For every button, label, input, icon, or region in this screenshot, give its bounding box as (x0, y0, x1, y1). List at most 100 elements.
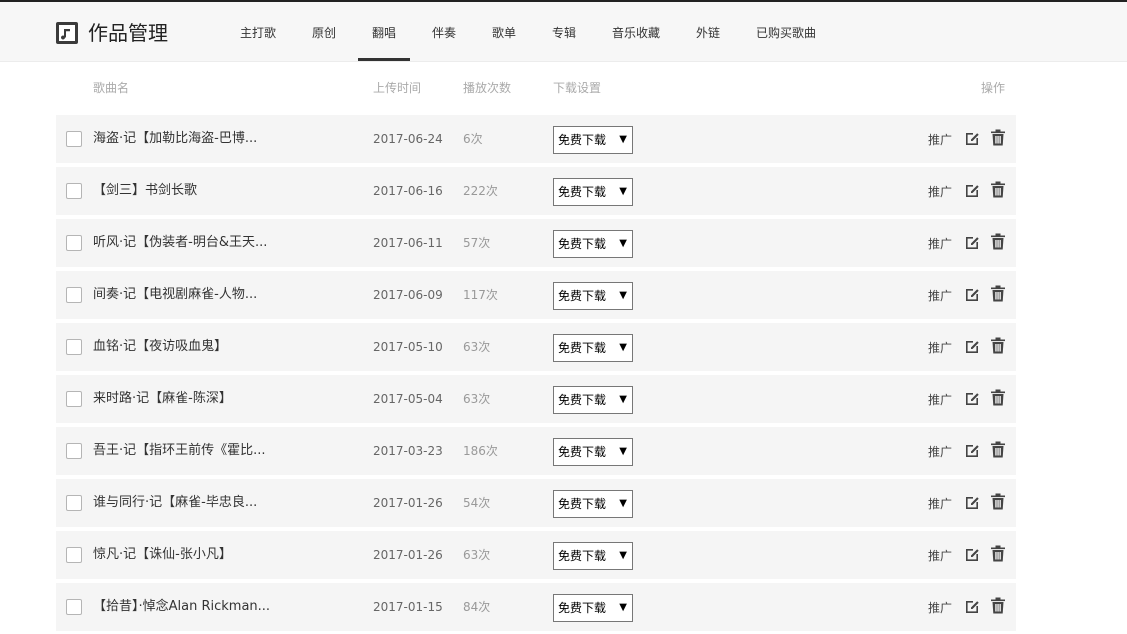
upload-date: 2017-06-09 (373, 288, 443, 302)
table-row: 血铭·记【夜访吸血鬼】 2017-05-10 63次 免费下载 ▼ 推广 (56, 323, 1016, 371)
upload-date: 2017-05-10 (373, 340, 443, 354)
download-setting-select[interactable]: 免费下载 ▼ (553, 282, 633, 310)
tab-featured[interactable]: 主打歌 (240, 24, 276, 42)
promote-link[interactable]: 推广 (928, 288, 952, 304)
promote-link[interactable]: 推广 (928, 132, 952, 148)
song-name-link[interactable]: 【剑三】书剑长歌 (93, 182, 197, 200)
dropdown-arrow-icon: ▼ (619, 186, 627, 197)
dropdown-arrow-icon: ▼ (619, 134, 627, 145)
download-setting-value: 免费下载 (558, 185, 607, 199)
download-setting-value: 免费下载 (558, 393, 607, 407)
edit-icon[interactable] (964, 338, 980, 354)
promote-link[interactable]: 推广 (928, 444, 952, 460)
trash-icon[interactable] (990, 545, 1006, 562)
download-setting-select[interactable]: 免费下载 ▼ (553, 490, 633, 518)
upload-date: 2017-06-16 (373, 184, 443, 198)
download-setting-select[interactable]: 免费下载 ▼ (553, 230, 633, 258)
tab-external-link[interactable]: 外链 (696, 24, 720, 42)
trash-icon[interactable] (990, 597, 1006, 614)
promote-link[interactable]: 推广 (928, 548, 952, 564)
edit-icon[interactable] (964, 442, 980, 458)
tab-playlist[interactable]: 歌单 (492, 24, 516, 42)
trash-icon[interactable] (990, 233, 1006, 250)
promote-link[interactable]: 推广 (928, 496, 952, 512)
trash-icon[interactable] (990, 181, 1006, 198)
play-count: 63次 (463, 548, 491, 562)
play-count: 63次 (463, 340, 491, 354)
play-count: 57次 (463, 236, 491, 250)
row-checkbox[interactable] (66, 599, 82, 615)
download-setting-select[interactable]: 免费下载 ▼ (553, 594, 633, 622)
table-row: 谁与同行·记【麻雀-毕忠良... 2017-01-26 54次 免费下载 ▼ 推广 (56, 479, 1016, 527)
tab-cover[interactable]: 翻唱 (372, 24, 396, 42)
column-header-upload-time: 上传时间 (373, 81, 422, 95)
row-checkbox[interactable] (66, 495, 82, 511)
song-name-link[interactable]: 海盗·记【加勒比海盗-巴博... (93, 130, 257, 148)
row-checkbox[interactable] (66, 547, 82, 563)
trash-icon[interactable] (990, 337, 1006, 354)
table-row: 【剑三】书剑长歌 2017-06-16 222次 免费下载 ▼ 推广 (56, 167, 1016, 215)
edit-icon[interactable] (964, 546, 980, 562)
edit-icon[interactable] (964, 390, 980, 406)
download-setting-select[interactable]: 免费下载 ▼ (553, 542, 633, 570)
download-setting-select[interactable]: 免费下载 ▼ (553, 438, 633, 466)
row-checkbox[interactable] (66, 287, 82, 303)
download-setting-select[interactable]: 免费下载 ▼ (553, 178, 633, 206)
trash-icon[interactable] (990, 493, 1006, 510)
tab-original[interactable]: 原创 (312, 24, 336, 42)
trash-icon[interactable] (990, 389, 1006, 406)
upload-date: 2017-01-26 (373, 548, 443, 562)
download-setting-value: 免费下载 (558, 497, 607, 511)
edit-icon[interactable] (964, 286, 980, 302)
trash-icon[interactable] (990, 441, 1006, 458)
dropdown-arrow-icon: ▼ (619, 602, 627, 613)
tab-album[interactable]: 专辑 (552, 24, 576, 42)
row-checkbox[interactable] (66, 443, 82, 459)
promote-link[interactable]: 推广 (928, 392, 952, 408)
tab-accompaniment[interactable]: 伴奏 (432, 24, 456, 42)
edit-icon[interactable] (964, 494, 980, 510)
table-row: 惊凡·记【诛仙-张小凡】 2017-01-26 63次 免费下载 ▼ 推广 (56, 531, 1016, 579)
play-count: 54次 (463, 496, 491, 510)
song-name-link[interactable]: 间奏·记【电视剧麻雀-人物... (93, 286, 257, 304)
download-setting-value: 免费下载 (558, 289, 607, 303)
row-checkbox[interactable] (66, 183, 82, 199)
row-checkbox[interactable] (66, 131, 82, 147)
song-name-link[interactable]: 【拾昔】·悼念Alan Rickman... (93, 598, 270, 616)
song-name-link[interactable]: 血铭·记【夜访吸血鬼】 (93, 338, 227, 356)
row-checkbox[interactable] (66, 339, 82, 355)
edit-icon[interactable] (964, 130, 980, 146)
table-row: 【拾昔】·悼念Alan Rickman... 2017-01-15 84次 免费下载 ▼… (56, 583, 1016, 631)
upload-date: 2017-06-24 (373, 132, 443, 146)
promote-link[interactable]: 推广 (928, 184, 952, 200)
promote-link[interactable]: 推广 (928, 600, 952, 616)
tab-purchased-songs[interactable]: 已购买歌曲 (756, 24, 816, 42)
play-count: 63次 (463, 392, 491, 406)
tab-music-collection[interactable]: 音乐收藏 (612, 24, 660, 42)
table-row: 海盗·记【加勒比海盗-巴博... 2017-06-24 6次 免费下载 ▼ 推广 (56, 115, 1016, 163)
edit-icon[interactable] (964, 182, 980, 198)
play-count: 117次 (463, 288, 498, 302)
row-checkbox[interactable] (66, 391, 82, 407)
upload-date: 2017-06-11 (373, 236, 443, 250)
dropdown-arrow-icon: ▼ (619, 290, 627, 301)
promote-link[interactable]: 推广 (928, 340, 952, 356)
trash-icon[interactable] (990, 129, 1006, 146)
edit-icon[interactable] (964, 598, 980, 614)
download-setting-select[interactable]: 免费下载 ▼ (553, 386, 633, 414)
download-setting-select[interactable]: 免费下载 ▼ (553, 334, 633, 362)
song-name-link[interactable]: 吾王·记【指环王前传《霍比... (93, 442, 266, 460)
edit-icon[interactable] (964, 234, 980, 250)
play-count: 84次 (463, 600, 491, 614)
download-setting-value: 免费下载 (558, 445, 607, 459)
download-setting-value: 免费下载 (558, 237, 607, 251)
song-name-link[interactable]: 惊凡·记【诛仙-张小凡】 (93, 546, 232, 564)
row-checkbox[interactable] (66, 235, 82, 251)
trash-icon[interactable] (990, 285, 1006, 302)
song-name-link[interactable]: 谁与同行·记【麻雀-毕忠良... (93, 494, 257, 512)
column-header-download: 下载设置 (553, 81, 602, 95)
song-name-link[interactable]: 来时路·记【麻雀-陈深】 (93, 390, 232, 408)
download-setting-select[interactable]: 免费下载 ▼ (553, 126, 633, 154)
promote-link[interactable]: 推广 (928, 236, 952, 252)
song-name-link[interactable]: 听风·记【伪装者-明台&王天... (93, 234, 267, 252)
